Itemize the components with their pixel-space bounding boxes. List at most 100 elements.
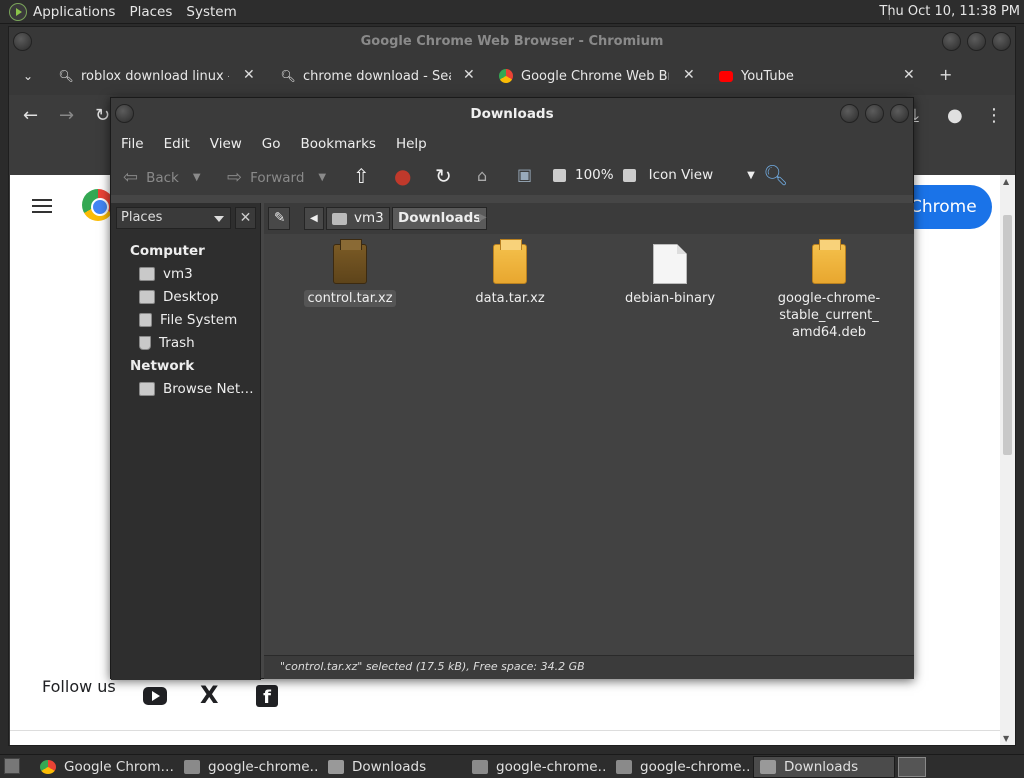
tab-close-icon[interactable]: ✕ [683,67,695,83]
task-google-chrome-package-2[interactable]: google-chrome… [466,756,606,778]
fm-minimize-button[interactable] [840,104,859,123]
sidebar-item-vm3[interactable]: vm3 [139,266,193,282]
applications-menu[interactable]: Applications [33,4,115,20]
scrollbar-thumb[interactable] [1003,215,1012,455]
fm-titlebar[interactable]: Downloads [111,98,913,131]
maximize-button[interactable] [967,32,986,51]
youtube-social-icon[interactable] [143,687,167,705]
tab-close-icon[interactable]: ✕ [463,67,475,83]
task-google-chrome-package-1[interactable]: google-chrome… [178,756,318,778]
computer-icon[interactable]: ▣ [517,165,532,184]
view-mode-select[interactable]: Icon View [649,167,714,183]
tab-youtube[interactable]: YouTube [719,64,869,88]
close-button[interactable] [992,32,1011,51]
back-history-chevron-icon[interactable]: ▼ [193,172,201,183]
fm-sidebar: Places ✕ Computer vm3 Desktop File Syste… [111,203,261,680]
file-manager-window: Downloads File Edit View Go Bookmarks He… [110,97,914,680]
tab-chrome-download[interactable]: 🔍︎ chrome download - Searc [281,64,451,88]
forward-button[interactable]: ⇨ Forward ▼ [227,167,326,188]
menu-go[interactable]: Go [262,136,281,152]
path-left-arrow-icon[interactable]: ◀ [304,207,324,230]
fm-icon-view[interactable]: control.tar.xz data.tar.xz debian-binary… [264,234,914,655]
close-sidebar-icon[interactable]: ✕ [235,207,256,229]
view-mode-chevron-icon[interactable]: ▼ [747,170,755,181]
chrome-window-title: Google Chrome Web Browser - Chromium [360,34,664,49]
window-menu-button[interactable] [13,32,32,51]
workspace-switcher[interactable] [898,757,926,777]
up-arrow-icon[interactable]: ⇧ [353,164,370,188]
fm-pathbar: ✎ ◀ vm3 Downloads ▶ [264,203,914,234]
back-arrow-icon[interactable]: ← [23,105,38,126]
fm-window-menu-button[interactable] [115,104,134,123]
zoom-control: 100% Icon View ▼ [553,167,755,183]
minimize-button[interactable] [942,32,961,51]
sidebar-item-browse-network[interactable]: Browse Net… [139,381,254,397]
home-folder-icon [332,212,347,225]
file-item-data-tar-xz[interactable]: data.tar.xz [445,239,575,307]
page-scrollbar[interactable]: ▲ ▼ [1000,175,1015,745]
facebook-social-icon[interactable]: f [256,685,278,708]
search-icon[interactable]: 🔍︎ [763,163,788,187]
bottom-taskbar: Google Chrom… google-chrome… Downloads g… [0,754,1024,778]
menu-bookmarks[interactable]: Bookmarks [301,136,376,152]
sidebar-item-trash[interactable]: Trash [139,335,195,351]
sidebar-item-desktop[interactable]: Desktop [139,289,219,305]
tab-search-dropdown-icon[interactable]: ⌄ [23,64,33,88]
clock[interactable]: Thu Oct 10, 11:38 PM [879,4,1020,19]
fm-toolbar: ⇦ Back ▼ ⇨ Forward ▼ ⇧ ● ↻ ⌂ ▣ 100% Icon… [111,157,913,195]
footer-divider [10,730,1000,731]
forward-history-chevron-icon[interactable]: ▼ [318,172,326,183]
home-icon[interactable]: ⌂ [477,166,487,185]
path-segment-vm3[interactable]: vm3 [326,207,390,230]
document-icon [653,244,687,284]
scroll-up-icon[interactable]: ▲ [1003,177,1009,186]
edit-location-icon[interactable]: ✎ [268,207,290,230]
tab-close-icon[interactable]: ✕ [903,67,915,83]
task-google-chrome-package-3[interactable]: google-chrome… [610,756,750,778]
reload-icon[interactable]: ↻ [95,105,110,126]
fm-statusbar: "control.tar.xz" selected (17.5 kB), Fre… [264,655,914,679]
menu-edit[interactable]: Edit [164,136,190,152]
package-icon [184,760,200,774]
menu-view[interactable]: View [210,136,242,152]
path-segment-downloads[interactable]: Downloads [392,207,488,230]
places-menu[interactable]: Places [129,4,172,20]
back-button[interactable]: ⇦ Back ▼ [123,167,201,188]
top-panel: Applications Places System Thu Oct 10, 1… [0,0,1024,24]
file-item-control-tar-xz[interactable]: control.tar.xz [285,239,415,307]
chrome-titlebar[interactable]: Google Chrome Web Browser - Chromium [9,27,1015,57]
tab-close-icon[interactable]: ✕ [243,67,255,83]
file-name: data.tar.xz [475,291,545,306]
task-downloads-1[interactable]: Downloads [322,756,462,778]
x-social-icon[interactable]: X [200,681,219,709]
hamburger-menu-icon[interactable] [32,199,52,217]
profile-icon[interactable]: ● [947,105,963,126]
menu-file[interactable]: File [121,136,144,152]
forward-arrow-icon[interactable]: → [59,105,74,126]
task-google-chrome[interactable]: Google Chrom… [34,756,174,778]
task-downloads-active[interactable]: Downloads [753,756,895,778]
fm-maximize-button[interactable] [865,104,884,123]
stop-icon[interactable]: ● [394,164,411,188]
places-combo[interactable]: Places [116,207,231,229]
tab-roblox[interactable]: 🔍︎ roblox download linux - S [59,64,229,88]
chrome-icon [40,760,56,774]
scroll-down-icon[interactable]: ▼ [1003,734,1009,743]
zoom-in-icon[interactable] [622,168,636,182]
menu-help[interactable]: Help [396,136,427,152]
tab-google-chrome[interactable]: Google Chrome Web Bro [499,64,669,88]
path-right-arrow-icon[interactable]: ▶ [474,207,492,230]
system-menu[interactable]: System [186,4,236,20]
package-icon [493,239,527,284]
distro-logo-icon[interactable] [9,2,27,21]
file-item-google-chrome-deb[interactable]: google-chrome- stable_current_ amd64.deb [764,239,894,341]
fm-close-button[interactable] [890,104,909,123]
reload-icon[interactable]: ↻ [435,164,452,188]
more-menu-icon[interactable]: ⋮ [985,105,1003,126]
show-desktop-icon[interactable] [4,758,20,774]
zoom-out-icon[interactable] [553,168,566,182]
file-item-debian-binary[interactable]: debian-binary [605,244,735,307]
follow-us-label: Follow us [42,677,116,696]
new-tab-icon[interactable]: + [939,65,952,84]
sidebar-item-file-system[interactable]: File System [139,312,237,328]
